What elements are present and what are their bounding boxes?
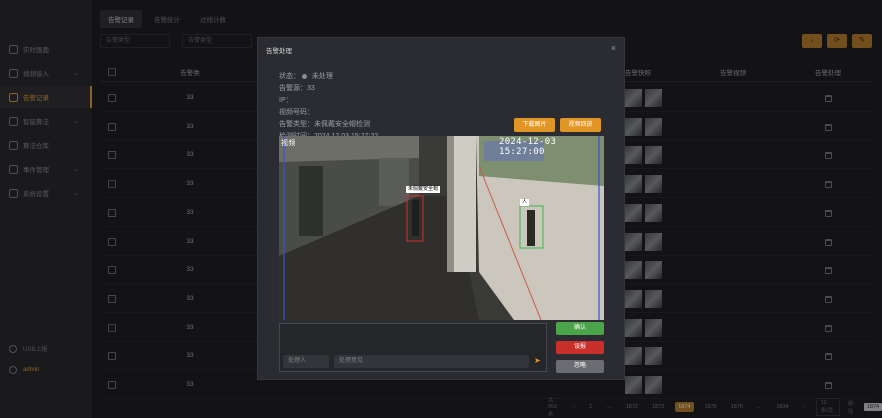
alarm-type: 告警类型：未佩戴安全帽检测 (279, 121, 370, 128)
send-icon[interactable]: ➤ (534, 356, 541, 365)
confirm-button[interactable]: 确认 (556, 322, 604, 335)
ignore-button[interactable]: 忽略 (556, 360, 604, 373)
alarm-video-number: 视频号码： (279, 109, 314, 116)
alarm-source: 告警源：33 (279, 85, 315, 92)
operator-input[interactable]: 处理人 (283, 355, 329, 368)
false-alarm-button[interactable]: 误报 (556, 341, 604, 354)
snapshot-timestamp: 2024-12-03 15:27:00 (499, 137, 557, 157)
status-value: 未处理 (311, 73, 333, 80)
alarm-snapshot-image: 2024-12-03 15:27:00 视频 未佩戴安全帽 人 (279, 136, 604, 320)
download-image-button[interactable]: 下载图片 (514, 118, 555, 132)
detection-label-no-helmet: 未佩戴安全帽 (406, 186, 441, 193)
snapshot-corner-text: 视频 (281, 139, 296, 147)
video-playback-button[interactable]: 视频回放 (560, 118, 601, 132)
status-line: 状态： 未处理 (279, 71, 333, 81)
snapshot-scene (279, 136, 604, 320)
close-icon[interactable]: × (611, 43, 616, 53)
status-label: 状态： (279, 73, 300, 80)
detection-label-person: 人 (520, 199, 530, 206)
dialog-title: 告警处理 (266, 48, 292, 55)
status-dot-icon (301, 73, 307, 79)
note-input[interactable]: 处理意见 (334, 355, 529, 368)
alarm-detail-dialog: 告警处理 × 状态： 未处理 告警源：33 IP： 视频号码： 告警类型：未佩戴… (257, 37, 625, 380)
alarm-ip: IP： (279, 97, 293, 104)
